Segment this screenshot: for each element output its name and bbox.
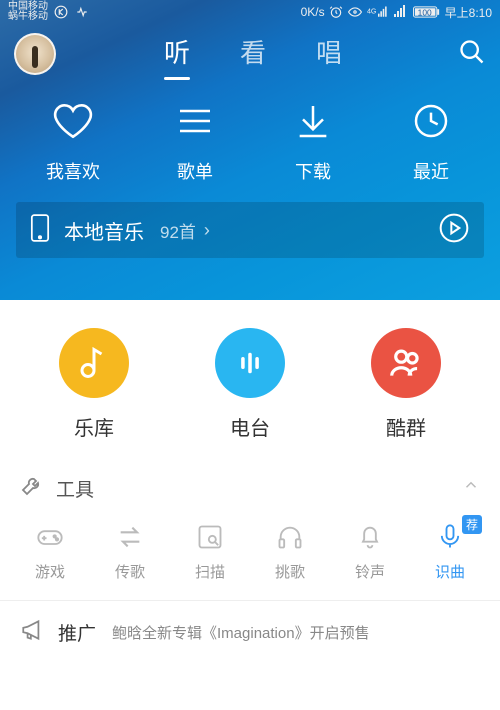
net-speed: 0K/s (301, 5, 325, 19)
chevron-right-icon: › (204, 220, 210, 241)
promo-title: 推广 (58, 619, 96, 646)
status-bar: 中国移动 蜗牛移动 0K/s 4G 100 早上8:10 (0, 0, 500, 24)
tools-grid: 游戏 传歌 扫描 挑歌 铃声 荐 识曲 (0, 513, 500, 600)
signal-4g-icon: 4G (367, 5, 389, 19)
promo-section[interactable]: 推广 鲍晗全新专辑《Imagination》开启预售 (0, 600, 500, 664)
category-library[interactable]: 乐库 (59, 328, 129, 441)
category-group[interactable]: 酷群 (371, 328, 441, 441)
bell-icon (356, 523, 384, 551)
tool-pick[interactable]: 挑歌 (260, 521, 320, 582)
category-row: 乐库 电台 酷群 (0, 300, 500, 461)
tool-transfer[interactable]: 传歌 (100, 521, 160, 582)
list-icon (175, 101, 215, 141)
tools-title: 工具 (56, 475, 94, 502)
tool-ringtone[interactable]: 铃声 (340, 521, 400, 582)
clock-text: 早上8:10 (445, 4, 492, 21)
avatar[interactable] (14, 33, 56, 75)
tab-listen[interactable]: 听 (164, 33, 190, 76)
local-music-label: 本地音乐 (64, 216, 144, 245)
gamepad-icon (34, 523, 66, 551)
local-music-count: 92首 (160, 218, 196, 243)
quick-label: 我喜欢 (46, 158, 100, 184)
svg-text:100: 100 (417, 8, 431, 18)
music-note-icon (76, 345, 112, 381)
alarm-icon (329, 5, 343, 19)
people-icon (387, 344, 425, 382)
headphone-icon (275, 523, 305, 551)
tool-game[interactable]: 游戏 (20, 521, 80, 582)
tool-label: 识曲 (435, 561, 465, 582)
tools-section-header[interactable]: 工具 (0, 461, 500, 513)
local-music-bar[interactable]: 本地音乐 92首 › (16, 202, 484, 258)
category-label: 电台 (230, 412, 270, 441)
tab-sing[interactable]: 唱 (316, 33, 342, 76)
battery-icon: 100 (413, 5, 441, 19)
quick-download[interactable]: 下载 (290, 98, 336, 184)
signal-icon (393, 5, 409, 19)
main-tabs: 听 看 唱 (56, 33, 450, 76)
play-button[interactable] (438, 212, 470, 249)
equalizer-icon (233, 346, 267, 380)
quick-label: 下载 (295, 158, 331, 184)
search-icon (458, 38, 486, 66)
quick-like[interactable]: 我喜欢 (46, 98, 100, 184)
tool-recognize[interactable]: 荐 识曲 (420, 521, 480, 582)
wrench-icon (20, 473, 44, 503)
promo-text: 鲍晗全新专辑《Imagination》开启预售 (112, 622, 480, 643)
download-icon (293, 101, 333, 141)
carrier-labels: 中国移动 蜗牛移动 (8, 2, 48, 22)
header-area: 中国移动 蜗牛移动 0K/s 4G 100 早上8:10 听 看 唱 (0, 0, 500, 300)
phone-icon (30, 214, 50, 247)
category-label: 酷群 (386, 412, 426, 441)
search-button[interactable] (450, 38, 486, 71)
play-icon (438, 212, 470, 244)
tool-label: 扫描 (195, 561, 225, 582)
top-nav: 听 看 唱 (0, 24, 500, 84)
svg-text:4G: 4G (367, 9, 376, 16)
tool-label: 传歌 (115, 561, 145, 582)
quick-label: 歌单 (177, 158, 213, 184)
tool-scan[interactable]: 扫描 (180, 521, 240, 582)
tool-label: 铃声 (355, 561, 385, 582)
scan-icon (196, 523, 224, 551)
k-icon (54, 5, 68, 19)
quick-label: 最近 (413, 158, 449, 184)
quick-playlist[interactable]: 歌单 (172, 98, 218, 184)
tool-label: 游戏 (35, 561, 65, 582)
transfer-icon (115, 523, 145, 551)
quick-recent[interactable]: 最近 (408, 98, 454, 184)
category-radio[interactable]: 电台 (215, 328, 285, 441)
quick-actions: 我喜欢 歌单 下载 最近 (0, 84, 500, 196)
heart-rate-icon (74, 5, 90, 19)
tool-label: 挑歌 (275, 561, 305, 582)
megaphone-icon (20, 617, 46, 648)
chevron-up-icon (462, 476, 480, 500)
mic-icon (436, 522, 464, 552)
category-label: 乐库 (74, 412, 114, 441)
clock-icon (411, 101, 451, 141)
eye-icon (347, 5, 363, 19)
tab-watch[interactable]: 看 (240, 33, 266, 76)
recommend-badge: 荐 (462, 515, 482, 534)
heart-icon (52, 100, 94, 142)
